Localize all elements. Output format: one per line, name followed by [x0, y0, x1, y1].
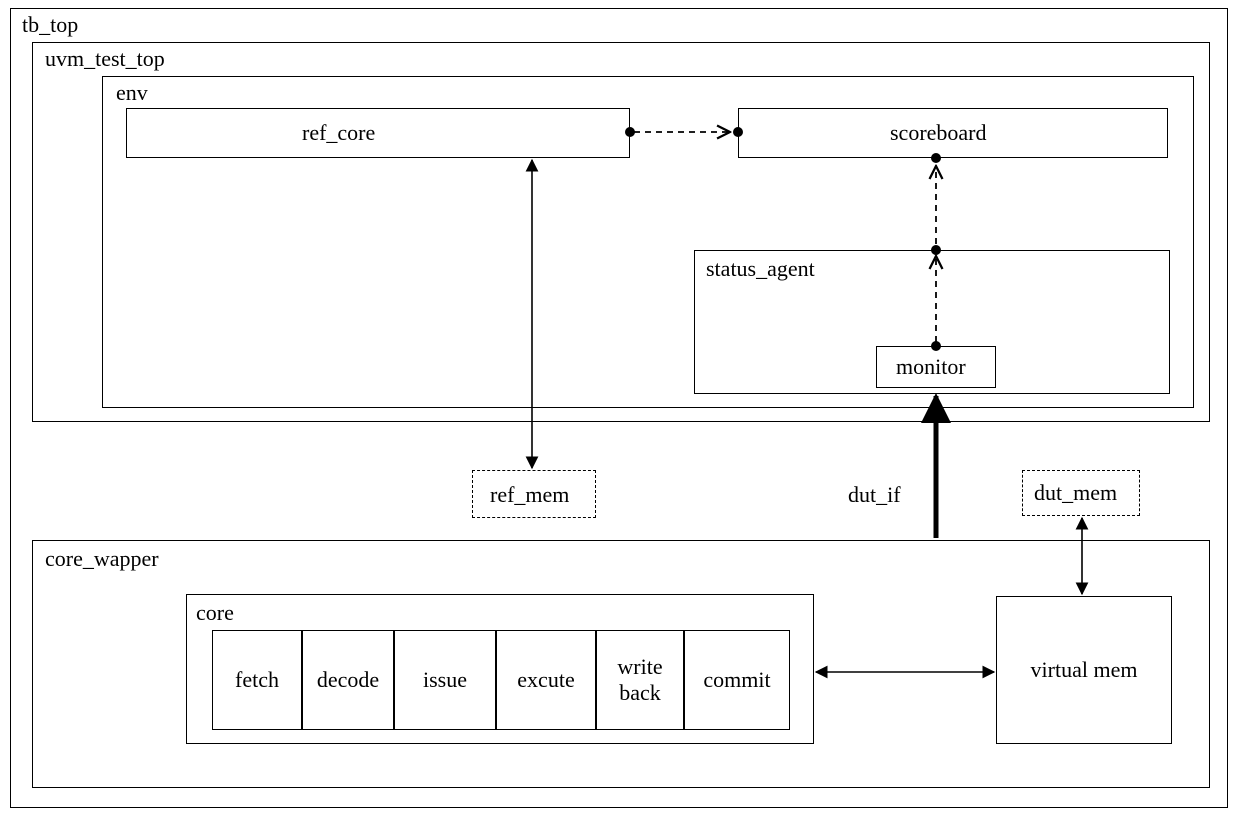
ref-core-box: [126, 108, 630, 158]
stage-decode: decode: [302, 630, 394, 730]
monitor-label: monitor: [896, 354, 966, 380]
stage-fetch: fetch: [212, 630, 302, 730]
status-agent-label: status_agent: [706, 256, 815, 282]
stage-decode-label: decode: [317, 667, 379, 693]
env-label: env: [116, 80, 148, 106]
ref-mem-label: ref_mem: [490, 482, 569, 508]
stage-excute-label: excute: [517, 667, 574, 693]
stage-excute: excute: [496, 630, 596, 730]
scoreboard-label: scoreboard: [890, 120, 987, 146]
dut-mem-label: dut_mem: [1034, 480, 1117, 506]
stage-commit: commit: [684, 630, 790, 730]
ref-core-label: ref_core: [302, 120, 375, 146]
dut-if-label: dut_if: [848, 482, 901, 508]
stage-commit-label: commit: [703, 667, 770, 693]
stage-write-back: write back: [596, 630, 684, 730]
diagram-canvas: tb_top uvm_test_top env ref_core scorebo…: [0, 0, 1240, 816]
stage-issue: issue: [394, 630, 496, 730]
virtual-mem-box: virtual mem: [996, 596, 1172, 744]
virtual-mem-label: virtual mem: [1031, 657, 1138, 683]
stage-write-back-label: write back: [617, 654, 662, 706]
stage-issue-label: issue: [423, 667, 467, 693]
stage-fetch-label: fetch: [235, 667, 279, 693]
tb-top-label: tb_top: [22, 12, 78, 38]
core-wapper-label: core_wapper: [45, 546, 159, 572]
core-label: core: [196, 600, 234, 626]
uvm-test-top-label: uvm_test_top: [45, 46, 165, 72]
